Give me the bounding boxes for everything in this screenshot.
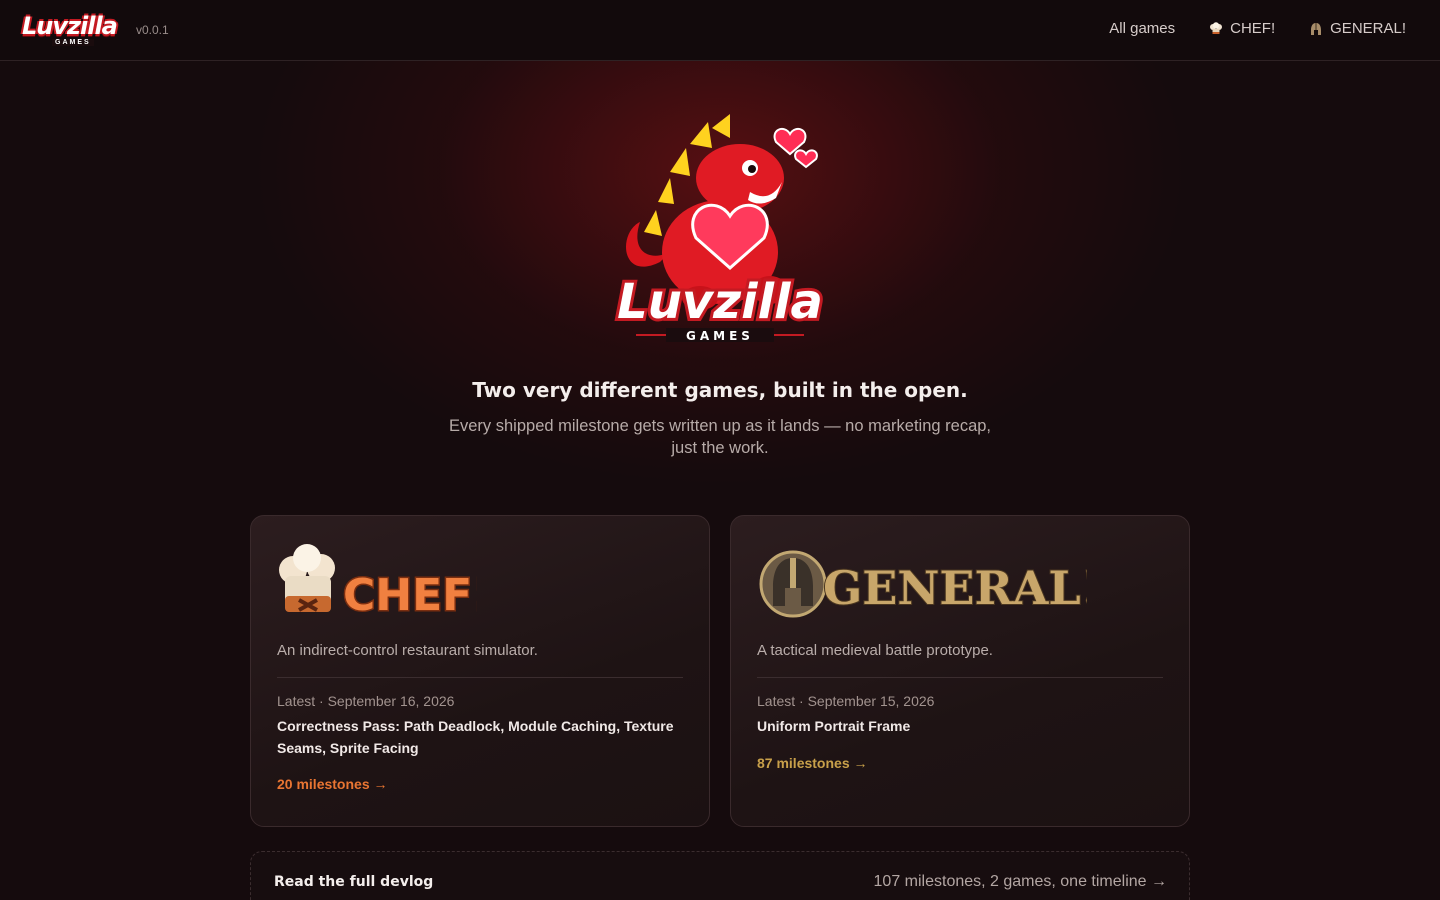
card-latest-title: Uniform Portrait Frame <box>757 718 911 734</box>
general-logo-text: GENERAL! <box>823 561 1087 615</box>
version-label: v0.0.1 <box>136 23 169 37</box>
luvzilla-logo: Luvzilla GAMES <box>22 12 126 48</box>
devlog-title: Read the full devlog <box>274 874 434 890</box>
game-card-chef[interactable]: CHEF! An indirect-control restaurant sim… <box>250 515 710 827</box>
card-latest-date: Latest · September 15, 2026 <box>757 693 935 709</box>
general-game-logo: GENERAL! <box>759 550 1087 618</box>
nav-all-games[interactable]: All games <box>1109 20 1175 37</box>
card-description: An indirect-control restaurant simulator… <box>277 642 538 659</box>
brand-home-link[interactable]: Luvzilla GAMES <box>22 12 126 48</box>
card-latest-date: Latest · September 16, 2026 <box>277 693 455 709</box>
chef-logo-text: CHEF! <box>343 570 477 621</box>
game-card-general[interactable]: GENERAL! A tactical medieval battle prot… <box>730 515 1190 827</box>
nav-chef-label: CHEF! <box>1230 20 1276 37</box>
devlog-link[interactable]: Read the full devlog 107 milestones, 2 g… <box>250 851 1190 900</box>
nav-general[interactable]: GENERAL! <box>1309 20 1406 37</box>
chef-game-logo: CHEF! <box>279 544 477 623</box>
hero-mascot-logo: Luvzilla GAMES <box>614 114 826 343</box>
card-divider <box>277 677 683 678</box>
card-milestones-link[interactable]: 87 milestones → <box>757 755 868 771</box>
hero-title: Two very different games, built in the o… <box>472 378 968 402</box>
hero-logo-subtitle: GAMES <box>686 329 754 343</box>
brand-wordmark: Luvzilla <box>22 12 118 40</box>
nav-general-label: GENERAL! <box>1330 20 1406 37</box>
chef-hat-icon <box>1210 21 1223 34</box>
hero-subtitle: Every shipped milestone gets written up … <box>448 417 992 457</box>
helmet-icon <box>1311 22 1322 35</box>
top-bar: Luvzilla GAMES v0.0.1 All games CHEF! GE… <box>0 0 1440 61</box>
card-latest-title: Correctness Pass: Path Deadlock, Module … <box>277 718 674 756</box>
main-nav: All games CHEF! GENERAL! <box>1109 20 1406 37</box>
hero-logo-wordmark: Luvzilla <box>617 274 823 330</box>
card-milestones-link[interactable]: 20 milestones → <box>277 776 388 792</box>
card-description: A tactical medieval battle prototype. <box>757 642 993 659</box>
card-divider <box>757 677 1163 678</box>
brand-subtitle: GAMES <box>52 39 94 46</box>
nav-chef[interactable]: CHEF! <box>1209 20 1275 37</box>
devlog-summary: 107 milestones, 2 games, one timeline → <box>873 873 1167 890</box>
nav-all-games-label: All games <box>1109 20 1176 37</box>
